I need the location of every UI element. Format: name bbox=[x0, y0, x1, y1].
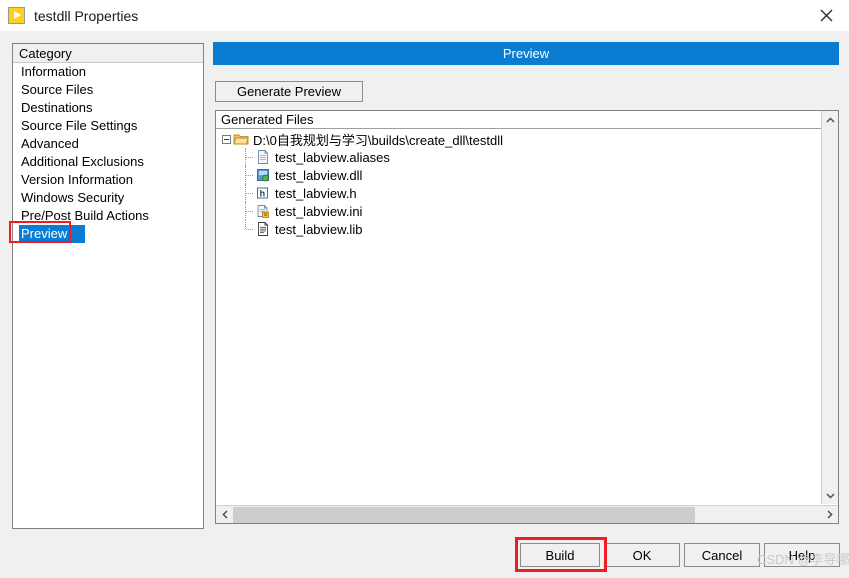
window-title: testdll Properties bbox=[34, 7, 139, 24]
tree-row[interactable]: test_labview.dll bbox=[216, 166, 821, 184]
category-item-label: Advanced bbox=[21, 136, 79, 151]
category-item-destinations[interactable]: Destinations bbox=[13, 99, 203, 117]
tree-row[interactable]: h test_labview.h bbox=[216, 184, 821, 202]
tree-node-label: test_labview.dll bbox=[275, 167, 363, 183]
category-item-version-information[interactable]: Version Information bbox=[13, 171, 203, 189]
generated-files-tree[interactable]: D:\0自我规划与学习\builds\create_dll\testdll te… bbox=[216, 130, 821, 504]
category-item-label: Source Files bbox=[21, 82, 94, 97]
close-icon[interactable] bbox=[804, 0, 849, 31]
horizontal-scrollbar-thumb[interactable] bbox=[233, 507, 695, 523]
tree-node-label: test_labview.lib bbox=[275, 221, 363, 237]
tree-node-label: test_labview.h bbox=[275, 185, 357, 201]
tree-row[interactable]: test_labview.ini bbox=[216, 202, 821, 220]
generated-files-tree-panel: Generated Files D:\0自我规划与学习\builds\creat… bbox=[215, 110, 839, 524]
file-header-icon: h bbox=[255, 185, 271, 201]
category-item-preview[interactable]: Preview bbox=[13, 225, 203, 243]
svg-text:h: h bbox=[260, 188, 266, 198]
title-bar: testdll Properties bbox=[0, 0, 849, 31]
tree-connector bbox=[244, 166, 255, 184]
category-item-label: Destinations bbox=[21, 100, 93, 115]
build-button-label: Build bbox=[545, 547, 575, 563]
category-item-label: Pre/Post Build Actions bbox=[21, 208, 149, 223]
ok-button-label: OK bbox=[632, 547, 652, 563]
folder-icon bbox=[233, 131, 249, 147]
tree-node-label: test_labview.aliases bbox=[275, 149, 390, 165]
tree-row[interactable]: D:\0自我规划与学习\builds\create_dll\testdll bbox=[216, 130, 821, 148]
tree-connector bbox=[244, 202, 255, 220]
generate-preview-label: Generate Preview bbox=[236, 84, 342, 99]
labview-vi-icon bbox=[8, 7, 25, 24]
chevron-down-icon[interactable] bbox=[822, 487, 839, 504]
category-item-label: Source File Settings bbox=[21, 118, 138, 133]
tree-row[interactable]: test_labview.lib bbox=[216, 220, 821, 238]
horizontal-scrollbar[interactable] bbox=[216, 505, 838, 523]
preview-header-label: Preview bbox=[502, 46, 550, 61]
category-item-windows-security[interactable]: Windows Security bbox=[13, 189, 203, 207]
file-lib-icon bbox=[255, 221, 271, 237]
category-item-label: Windows Security bbox=[21, 190, 125, 205]
category-item-label: Additional Exclusions bbox=[21, 154, 144, 169]
help-button-label: Help bbox=[788, 547, 816, 563]
file-ini-icon bbox=[255, 203, 271, 219]
cancel-button[interactable]: Cancel bbox=[684, 543, 760, 567]
chevron-up-icon[interactable] bbox=[822, 111, 839, 128]
category-item-information[interactable]: Information bbox=[13, 63, 203, 81]
help-button[interactable]: Help bbox=[764, 543, 840, 567]
generated-files-header: Generated Files bbox=[216, 111, 821, 129]
cancel-button-label: Cancel bbox=[701, 547, 743, 563]
tree-row[interactable]: test_labview.aliases bbox=[216, 148, 821, 166]
vertical-scrollbar[interactable] bbox=[821, 111, 838, 504]
category-item-label: Preview bbox=[19, 225, 86, 243]
category-item-label: Version Information bbox=[21, 172, 134, 187]
category-item-source-file-settings[interactable]: Source File Settings bbox=[13, 117, 203, 135]
category-item-additional-exclusions[interactable]: Additional Exclusions bbox=[13, 153, 203, 171]
category-item-source-files[interactable]: Source Files bbox=[13, 81, 203, 99]
category-item-advanced[interactable]: Advanced bbox=[13, 135, 203, 153]
collapse-expander-icon[interactable] bbox=[222, 134, 231, 144]
tree-connector bbox=[244, 184, 255, 202]
category-item-pre-post-build-actions[interactable]: Pre/Post Build Actions bbox=[13, 207, 203, 225]
category-header: Category bbox=[13, 44, 203, 63]
tree-connector bbox=[244, 220, 255, 238]
generate-preview-button[interactable]: Generate Preview bbox=[215, 81, 363, 102]
chevron-left-icon[interactable] bbox=[216, 506, 233, 523]
build-button[interactable]: Build bbox=[520, 543, 600, 567]
preview-header-bar: Preview bbox=[213, 42, 839, 65]
file-aliases-icon bbox=[255, 149, 271, 165]
chevron-right-icon[interactable] bbox=[821, 506, 838, 523]
tree-connector bbox=[244, 148, 255, 166]
category-list-panel: Category Information Source Files Destin… bbox=[12, 43, 204, 529]
category-item-label: Information bbox=[21, 64, 87, 79]
ok-button[interactable]: OK bbox=[604, 543, 680, 567]
tree-node-label: test_labview.ini bbox=[275, 203, 363, 219]
file-dll-icon bbox=[255, 167, 271, 183]
tree-node-label: D:\0自我规划与学习\builds\create_dll\testdll bbox=[253, 132, 503, 148]
